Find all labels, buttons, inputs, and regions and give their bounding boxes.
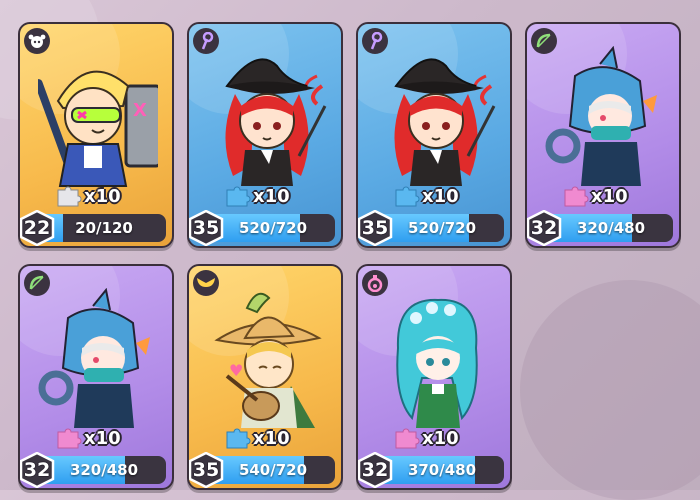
svg-text:X: X [133,100,147,121]
level-value: 22 [23,217,51,239]
progress-bar: 20/120 [42,214,166,242]
shark-hood-card-1[interactable]: x10 320/480 32 [525,22,681,248]
shark-hood-card-2[interactable]: x10 320/480 32 [18,264,174,490]
witch-character-portrait [225,58,327,186]
progress-text: 520/720 [407,219,477,237]
level-badge: 32 [527,210,563,246]
bard-character-portrait: ♥ [214,292,322,428]
shard-count: x10 [561,182,628,210]
progress-bar: 520/720 [380,214,504,242]
shard-count-label: x10 [422,427,459,449]
level-value: 32 [530,217,558,239]
level-value: 35 [361,217,389,239]
bard-card[interactable]: ♥ x10 540/720 35 [187,264,343,490]
mermaid-card[interactable]: x10 370/480 32 [356,264,512,490]
shark-hood-character-portrait [38,288,150,428]
level-badge: 32 [20,452,56,488]
shard-count: x10 [392,182,459,210]
level-badge: 22 [20,210,56,246]
shard-count: x10 [223,182,290,210]
svg-text:♥: ♥ [229,361,243,380]
level-value: 32 [361,459,389,481]
puzzle-shard-icon [564,186,589,207]
level-badge: 35 [189,452,225,488]
progress-text: 320/480 [69,461,139,479]
progress-bar: 520/720 [211,214,335,242]
mermaid-character-portrait [396,298,478,428]
level-badge: 35 [358,210,394,246]
shard-count: x10 [54,424,121,452]
knight-card[interactable]: X x10 20/120 22 [18,22,174,248]
shard-count: x10 [54,182,121,210]
shard-count-label: x10 [591,185,628,207]
puzzle-shard-icon [57,186,82,207]
progress-text: 370/480 [407,461,477,479]
progress-bar: 370/480 [380,456,504,484]
shard-count-label: x10 [84,427,121,449]
shark-hood-character-portrait [545,46,657,186]
puzzle-shard-icon [395,186,420,207]
level-value: 35 [192,459,220,481]
progress-bar: 320/480 [549,214,673,242]
shard-count-label: x10 [422,185,459,207]
shard-count: x10 [223,424,290,452]
level-value: 32 [23,459,51,481]
puzzle-shard-icon [57,428,82,449]
puzzle-shard-icon [226,428,251,449]
shard-count: x10 [392,424,459,452]
witch-card-1[interactable]: x10 520/720 35 [187,22,343,248]
level-value: 35 [192,217,220,239]
witch-character-portrait [394,58,496,186]
progress-bar: 320/480 [42,456,166,484]
shard-count-label: x10 [84,185,121,207]
knight-character-portrait: X [38,70,158,187]
progress-bar: 540/720 [211,456,335,484]
puzzle-shard-icon [226,186,251,207]
witch-card-2[interactable]: x10 520/720 35 [356,22,512,248]
shard-count-label: x10 [253,427,290,449]
level-badge: 35 [189,210,225,246]
progress-text: 540/720 [238,461,308,479]
shard-count-label: x10 [253,185,290,207]
puzzle-shard-icon [395,428,420,449]
progress-text: 20/120 [75,219,133,237]
progress-text: 320/480 [576,219,646,237]
level-badge: 32 [358,452,394,488]
character-card-grid: X x10 20/120 22 x10 520/720 35 x10 520/7… [0,0,700,490]
progress-text: 520/720 [238,219,308,237]
